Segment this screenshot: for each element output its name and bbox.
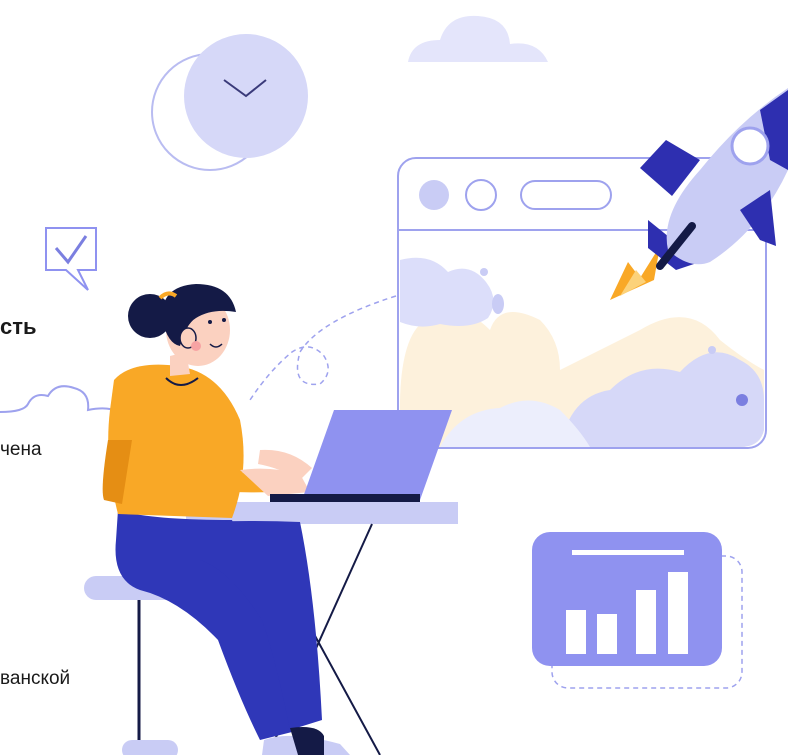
text-fragment-1: чена bbox=[0, 439, 42, 460]
illustration bbox=[0, 15, 788, 755]
clock-icon bbox=[151, 34, 308, 171]
bar-chart-icon bbox=[532, 532, 743, 689]
heading-fragment: сть bbox=[0, 314, 37, 339]
checkmark-icon bbox=[45, 227, 97, 291]
text-fragment-2: ванской bbox=[0, 668, 71, 689]
cloud-icon-top bbox=[408, 15, 548, 62]
cloud-icon-left bbox=[0, 385, 119, 413]
